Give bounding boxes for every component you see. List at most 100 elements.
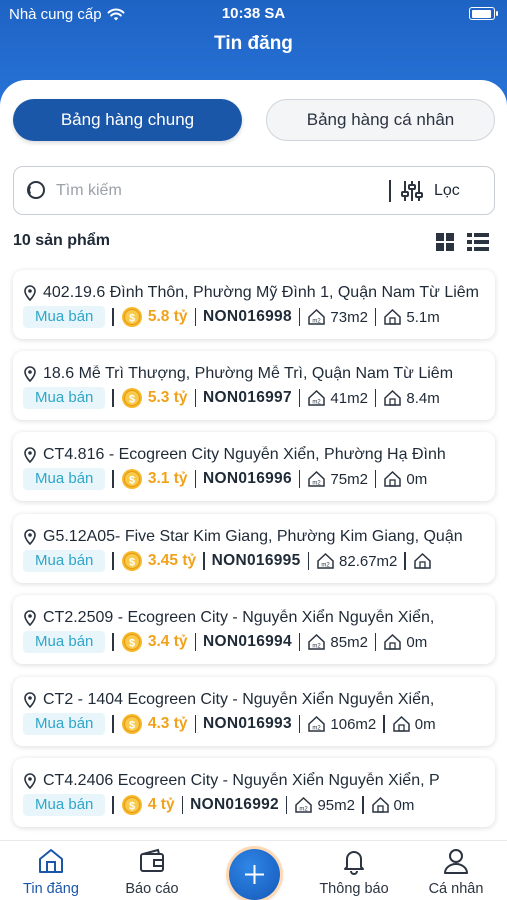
coin-icon: $ bbox=[121, 307, 142, 327]
user-icon bbox=[444, 849, 468, 874]
area-icon: m2 bbox=[308, 633, 326, 650]
listing-code: NON016998 bbox=[203, 308, 292, 325]
listing-address: CT4.2406 Ecogreen City - Nguyễn Xiển Ngu… bbox=[23, 770, 487, 792]
listing-area: 82.67m2 bbox=[339, 552, 398, 570]
listing-card[interactable]: 402.19.6 Đình Thôn, Phường Mỹ Đình 1, Qu… bbox=[13, 270, 495, 339]
tab-reports[interactable]: Báo cáo bbox=[107, 847, 197, 897]
svg-text:m2: m2 bbox=[313, 726, 322, 732]
filter-icon bbox=[401, 181, 423, 201]
listing-address: G5.12A05- Five Star Kim Giang, Phường Ki… bbox=[23, 526, 487, 548]
listing-frontage: 5.1m bbox=[406, 308, 440, 326]
svg-text:m2: m2 bbox=[313, 644, 322, 650]
svg-text:$: $ bbox=[129, 394, 135, 406]
listing-card[interactable]: G5.12A05- Five Star Kim Giang, Phường Ki… bbox=[13, 514, 495, 583]
location-pin-icon bbox=[24, 773, 36, 789]
listing-price: 5.3 tỷ bbox=[147, 389, 188, 406]
listing-address: CT2.2509 - Ecogreen City - Nguyễn Xiển N… bbox=[23, 607, 487, 629]
search-bar: Lọc bbox=[13, 166, 495, 215]
bell-icon bbox=[344, 851, 364, 875]
svg-text:$: $ bbox=[129, 638, 135, 650]
coin-icon: $ bbox=[121, 714, 142, 734]
list-view-icon[interactable] bbox=[467, 233, 489, 251]
listing-card[interactable]: CT4.816 - Ecogreen City Nguyễn Xiển, Phư… bbox=[13, 432, 495, 501]
listing-card[interactable]: CT2 - 1404 Ecogreen City - Nguyễn Xiển N… bbox=[13, 677, 495, 746]
grid-view-icon[interactable] bbox=[436, 233, 454, 251]
battery-icon bbox=[469, 7, 498, 20]
add-post-button[interactable] bbox=[229, 849, 280, 900]
frontage-icon bbox=[384, 633, 402, 650]
listing-code: NON016995 bbox=[211, 552, 301, 569]
listing-price: 5.8 tỷ bbox=[147, 308, 188, 325]
coin-icon: $ bbox=[121, 795, 142, 815]
listing-frontage: 8.4m bbox=[406, 389, 440, 407]
listing-price: 4 tỷ bbox=[147, 796, 175, 813]
tab-posts[interactable]: Tin đăng bbox=[6, 847, 96, 897]
svg-text:$: $ bbox=[129, 313, 135, 325]
location-pin-icon bbox=[24, 529, 36, 545]
frontage-icon bbox=[414, 552, 431, 569]
page-title: Tin đăng bbox=[214, 33, 293, 54]
tab-reports-label: Báo cáo bbox=[125, 881, 179, 897]
svg-text:m2: m2 bbox=[300, 807, 309, 813]
listing-meta: Mua bán $ 4.3 tỷ NON016993 m2 106m2 0m bbox=[23, 712, 436, 736]
listing-type-badge: Mua bán bbox=[23, 468, 106, 490]
listing-price: 3.45 tỷ bbox=[147, 552, 197, 569]
svg-text:$: $ bbox=[129, 801, 135, 813]
tab-profile-label: Cá nhân bbox=[428, 881, 484, 897]
listing-card[interactable]: CT4.2406 Ecogreen City - Nguyễn Xiển Ngu… bbox=[13, 758, 495, 827]
filter-button[interactable]: Lọc bbox=[400, 178, 460, 204]
svg-text:m2: m2 bbox=[313, 400, 322, 406]
listing-address: CT4.816 - Ecogreen City Nguyễn Xiển, Phư… bbox=[23, 444, 487, 466]
location-pin-icon bbox=[24, 285, 36, 301]
listing-area: 75m2 bbox=[330, 470, 368, 488]
listing-frontage: 0m bbox=[414, 715, 436, 733]
listing-price: 4.3 tỷ bbox=[147, 715, 188, 732]
listing-type-badge: Mua bán bbox=[23, 631, 106, 653]
listing-code: NON016992 bbox=[190, 796, 279, 813]
listing-area: 95m2 bbox=[317, 796, 355, 814]
listing-code: NON016997 bbox=[203, 389, 292, 406]
listing-code: NON016994 bbox=[203, 633, 292, 650]
listing-type-badge: Mua bán bbox=[23, 713, 106, 735]
area-icon: m2 bbox=[317, 552, 334, 569]
listing-frontage: 0m bbox=[393, 796, 415, 814]
plus-icon bbox=[245, 865, 264, 884]
listing-area: 106m2 bbox=[330, 715, 377, 733]
tab-personal-listings[interactable]: Bảng hàng cá nhân bbox=[266, 99, 495, 141]
svg-text:m2: m2 bbox=[313, 319, 322, 325]
search-input[interactable] bbox=[56, 179, 366, 203]
listing-type-badge: Mua bán bbox=[23, 794, 106, 816]
listing-meta: Mua bán $ 5.8 tỷ NON016998 m2 73m2 5.1m bbox=[23, 305, 440, 329]
listing-type-badge: Mua bán bbox=[23, 306, 106, 328]
listing-card[interactable]: 18.6 Mễ Trì Thượng, Phường Mễ Trì, Quận … bbox=[13, 351, 495, 420]
area-icon: m2 bbox=[308, 715, 326, 732]
svg-text:$: $ bbox=[129, 557, 135, 569]
listing-area: 73m2 bbox=[330, 308, 368, 326]
frontage-icon bbox=[384, 470, 402, 487]
listing-area: 85m2 bbox=[330, 633, 368, 651]
area-icon: m2 bbox=[308, 308, 326, 325]
listing-meta: Mua bán $ 3.1 tỷ NON016996 m2 75m2 0m bbox=[23, 467, 427, 491]
location-pin-icon bbox=[24, 692, 36, 708]
area-icon: m2 bbox=[308, 470, 326, 487]
listing-meta: Mua bán $ 3.45 tỷ NON016995 m2 82.67m2 bbox=[23, 549, 436, 573]
svg-text:$: $ bbox=[129, 475, 135, 487]
tab-profile[interactable]: Cá nhân bbox=[411, 847, 501, 897]
listing-card[interactable]: CT2.2509 - Ecogreen City - Nguyễn Xiển N… bbox=[13, 595, 495, 664]
listing-type-badge: Mua bán bbox=[23, 387, 106, 409]
listing-address: 402.19.6 Đình Thôn, Phường Mỹ Đình 1, Qu… bbox=[23, 282, 487, 304]
location-pin-icon bbox=[24, 610, 36, 626]
wallet-icon bbox=[140, 848, 164, 872]
listing-address: CT2 - 1404 Ecogreen City - Nguyễn Xiển N… bbox=[23, 689, 487, 711]
listing-meta: Mua bán $ 3.4 tỷ NON016994 m2 85m2 0m bbox=[23, 630, 427, 654]
tab-common-listings[interactable]: Bảng hàng chung bbox=[13, 99, 242, 141]
coin-icon: $ bbox=[121, 551, 142, 571]
frontage-icon bbox=[371, 796, 389, 813]
tab-notifications[interactable]: Thông báo bbox=[309, 847, 399, 897]
status-time: 10:38 SA bbox=[221, 5, 286, 22]
svg-text:m2: m2 bbox=[321, 563, 330, 569]
search-divider bbox=[389, 180, 391, 202]
location-pin-icon bbox=[24, 447, 36, 463]
listing-meta: Mua bán $ 4 tỷ NON016992 m2 95m2 0m bbox=[23, 793, 414, 817]
home-icon bbox=[39, 849, 63, 873]
